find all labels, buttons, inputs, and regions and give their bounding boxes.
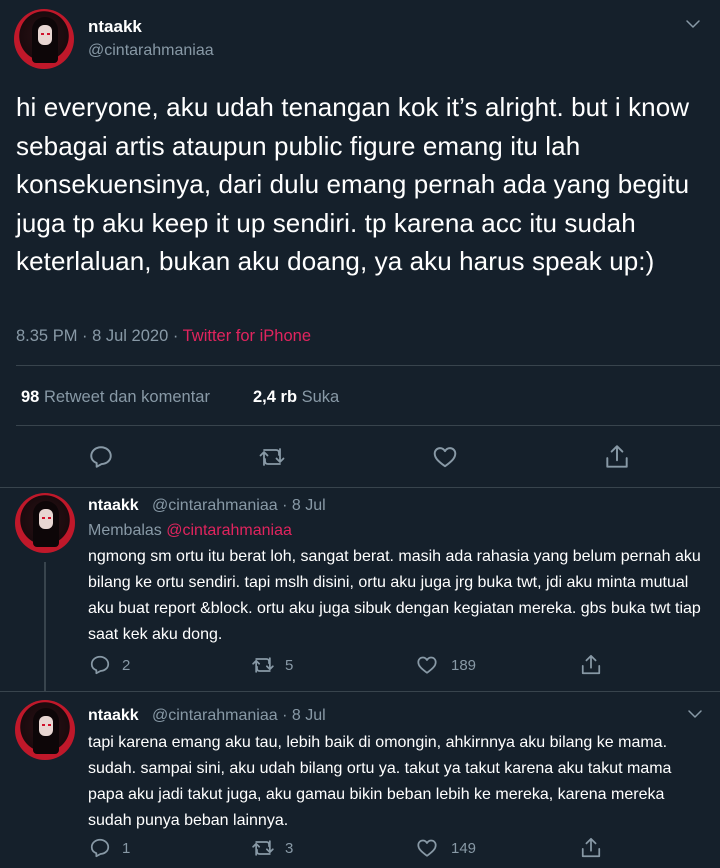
replying-to: Membalas @cintarahmaniaa (88, 522, 292, 540)
heart-icon[interactable] (431, 444, 459, 470)
thread-line (44, 562, 46, 692)
author-name[interactable]: ntaakk (88, 17, 142, 37)
reply-count: 2 (122, 657, 131, 674)
divider (16, 425, 720, 426)
retweets-count: 98 (21, 388, 40, 406)
likes-label: Suka (301, 388, 340, 406)
retweet-icon[interactable] (258, 444, 286, 470)
retweets-label: Retweet dan komentar (43, 388, 210, 406)
avatar[interactable] (15, 493, 75, 553)
tweet-text: hi everyone, aku udah tenangan kok it’s … (16, 92, 690, 276)
retweet-icon[interactable] (251, 654, 275, 676)
retweet-icon[interactable] (251, 837, 275, 859)
share-icon[interactable] (604, 443, 630, 471)
divider (16, 365, 720, 366)
reply-count: 1 (122, 840, 131, 857)
chevron-down-icon[interactable] (686, 705, 704, 723)
share-icon[interactable] (580, 653, 602, 677)
reply-icon[interactable] (88, 444, 114, 470)
reply-author-name[interactable]: ntaakk (88, 497, 139, 515)
likes-count: 2,4 rb (253, 388, 298, 406)
like-count: 149 (451, 840, 477, 857)
timestamp-text[interactable]: 8.35 PM · 8 Jul 2020 · (16, 327, 183, 345)
reply-icon[interactable] (89, 837, 111, 859)
divider (0, 691, 720, 692)
reply-author-name[interactable]: ntaakk (88, 707, 139, 725)
chevron-down-icon[interactable] (684, 15, 702, 33)
reply-icon[interactable] (89, 654, 111, 676)
replying-to-handle[interactable]: @cintarahmaniaa (166, 522, 292, 539)
like-count: 189 (451, 657, 477, 674)
heart-icon[interactable] (415, 654, 439, 676)
retweet-count: 5 (285, 657, 294, 674)
replying-prefix: Membalas (88, 522, 167, 539)
likes-stat[interactable]: 2,4 rb Suka (253, 388, 339, 407)
reply-meta[interactable]: @cintarahmaniaa · 8 Jul (152, 497, 326, 515)
tweet-source[interactable]: Twitter for iPhone (183, 327, 311, 345)
reply-meta[interactable]: @cintarahmaniaa · 8 Jul (152, 707, 326, 725)
reply-text: ngmong sm ortu itu berat loh, sangat ber… (88, 548, 701, 643)
author-handle[interactable]: @cintarahmaniaa (88, 42, 214, 60)
reply-text: tapi karena emang aku tau, lebih baik di… (88, 734, 672, 829)
tweet-timestamp: 8.35 PM · 8 Jul 2020 · Twitter for iPhon… (16, 327, 311, 346)
divider (0, 487, 720, 488)
heart-icon[interactable] (415, 837, 439, 859)
avatar[interactable] (15, 700, 75, 760)
avatar[interactable] (14, 9, 74, 69)
retweet-count: 3 (285, 840, 294, 857)
retweets-stat[interactable]: 98 Retweet dan komentar (21, 388, 210, 407)
share-icon[interactable] (580, 836, 602, 860)
